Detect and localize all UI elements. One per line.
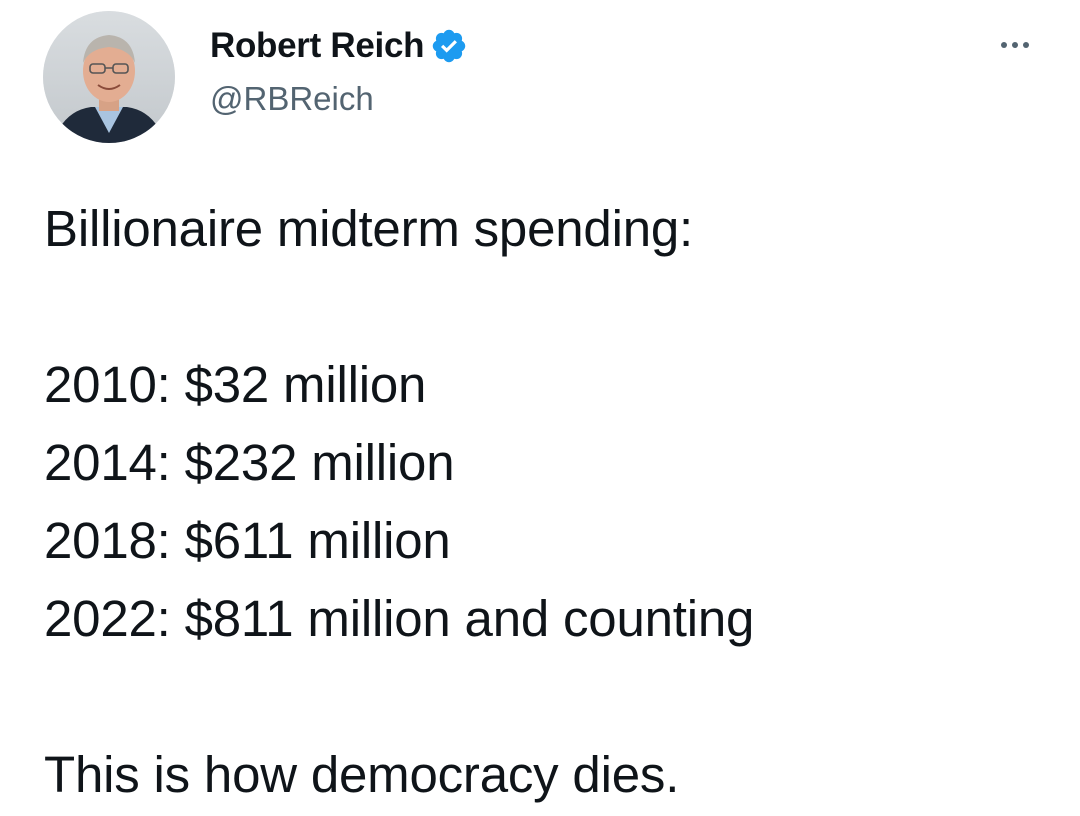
tweet-heading: Billionaire midterm spending: (44, 200, 694, 257)
spending-line-2014: 2014: $232 million (44, 434, 455, 491)
tweet-closing: This is how democracy dies. (44, 746, 680, 803)
spending-line-2010: 2010: $32 million (44, 356, 427, 413)
author-name-row[interactable]: Robert Reich (210, 24, 468, 68)
author-handle[interactable]: @RBReich (210, 80, 374, 118)
tweet-card: Robert Reich @RBReich Billionaire midter… (0, 0, 1080, 816)
spending-line-2018: 2018: $611 million (44, 512, 451, 569)
tweet-text: Billionaire midterm spending: 2010: $32 … (44, 190, 1054, 814)
more-horizontal-icon-dot (1023, 42, 1029, 48)
verified-badge-icon (430, 27, 468, 65)
spending-line-2022: 2022: $811 million and counting (44, 590, 755, 647)
display-name[interactable]: Robert Reich (210, 26, 425, 66)
more-options-button[interactable] (990, 30, 1040, 60)
more-horizontal-icon (1001, 42, 1007, 48)
avatar-image (43, 11, 175, 143)
more-horizontal-icon-dot (1012, 42, 1018, 48)
avatar[interactable] (43, 11, 175, 143)
